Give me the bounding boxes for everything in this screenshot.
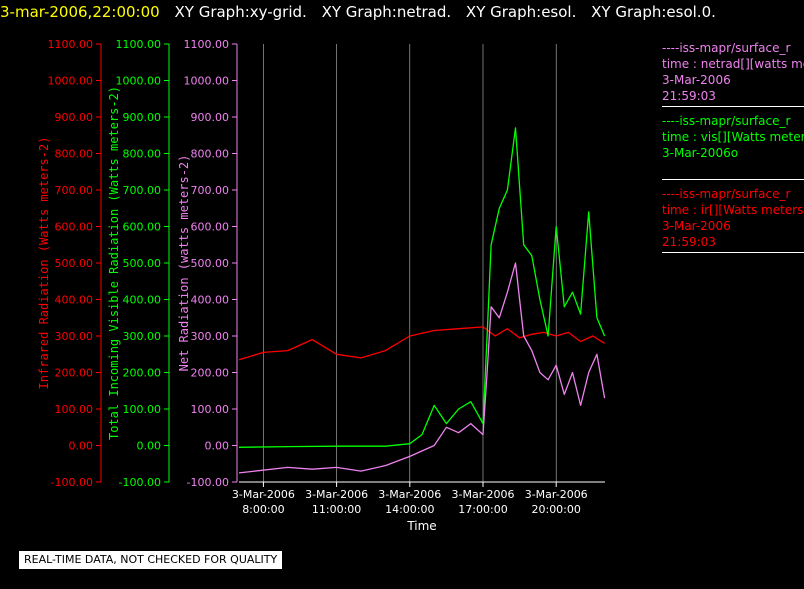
y-tick-label: 700.00 [55,184,94,197]
y-tick-label: 500.00 [123,257,162,270]
y-tick-label: 1100.00 [116,38,162,51]
y-tick-label: 1000.00 [116,75,162,88]
y-tick-label: 100.00 [123,403,162,416]
x-tick-label: 3-Mar-2006 [305,488,368,501]
y-tick-label: 600.00 [55,221,94,234]
y-tick-label: 100.00 [191,403,230,416]
x-tick-label: 3-Mar-2006 [525,488,588,501]
legend-line: ----iss-mapr/surface_r [662,114,791,128]
x-tick-label: 20:00:00 [531,503,580,516]
y-tick-label: 300.00 [191,330,230,343]
y-tick-label: 1000.00 [184,75,230,88]
legend-line: 3-Mar-2006 [662,219,731,233]
legend-line: 3-Mar-2006o [662,146,739,160]
y-tick-label: 200.00 [123,367,162,380]
y-tick-label: -100.00 [51,476,93,489]
y-tick-label: 200.00 [191,367,230,380]
x-tick-label: 3-Mar-2006 [378,488,441,501]
legend-line: ----iss-mapr/surface_r [662,187,791,201]
chart-legend: ----iss-mapr/surface_r time : netrad[][w… [662,40,804,259]
legend-line: time : ir[][Watts meters [662,203,804,217]
y-tick-label: 0.00 [69,440,94,453]
y-tick-label: -100.00 [187,476,229,489]
y-tick-label: 1000.00 [48,75,94,88]
legend-line: 21:59:03 [662,89,716,103]
x-tick-label: 17:00:00 [458,503,507,516]
series-line-0 [238,326,605,361]
y-tick-label: 500.00 [191,257,230,270]
grid-lines [263,44,557,482]
y-tick-label: 900.00 [123,111,162,124]
legend-spacer [662,161,804,177]
y-axis-title: Total Incoming Visible Radiation (Watts … [107,86,121,440]
y-tick-label: 600.00 [123,221,162,234]
legend-entry-netrad: ----iss-mapr/surface_r time : netrad[][w… [662,40,804,107]
y-tick-label: 600.00 [191,221,230,234]
y-tick-label: 1100.00 [184,38,230,51]
y-tick-label: 500.00 [55,257,94,270]
chart-axes: -100.00 0.00 100.00 200.00 300.00 400.00 500.0… [37,38,605,533]
x-tick-label: 14:00:00 [385,503,434,516]
y-tick-label: 400.00 [191,294,230,307]
y-tick-label: 700.00 [191,184,230,197]
x-tick-label: 11:00:00 [312,503,361,516]
legend-line: 21:59:03 [662,235,716,249]
x-tick-label: 3-Mar-2006 [452,488,515,501]
y-tick-label: 200.00 [55,367,94,380]
series-line-2 [238,262,606,474]
x-tick-label: 8:00:00 [242,503,284,516]
y-tick-label: 800.00 [55,148,94,161]
x-tick-label: 3-Mar-2006 [232,488,295,501]
x-axis-title: Time [406,519,436,533]
y-tick-label: 900.00 [55,111,94,124]
y-tick-label: 900.00 [191,111,230,124]
y-tick-label: 300.00 [55,330,94,343]
y-tick-label: 0.00 [137,440,162,453]
series-line-1 [238,127,606,448]
y-tick-label: 800.00 [123,148,162,161]
y-tick-label: 0.00 [205,440,230,453]
quality-disclaimer: REAL-TIME DATA, NOT CHECKED FOR QUALITY [19,551,283,569]
y-tick-label: 1100.00 [48,38,94,51]
y-tick-label: 400.00 [55,294,94,307]
y-tick-label: 400.00 [123,294,162,307]
legend-entry-vis: ----iss-mapr/surface_r time : vis[][Watt… [662,113,804,180]
y-tick-label: -100.00 [119,476,161,489]
data-series [238,127,606,474]
legend-entry-ir: ----iss-mapr/surface_r time : ir[][Watts… [662,186,804,253]
y-axis-title: Net Radiation (watts meters-2) [177,155,191,372]
y-axis-title: Infrared Radiation (Watts meters-2) [37,137,51,390]
y-tick-label: 700.00 [123,184,162,197]
legend-line: time : netrad[][watts me [662,57,804,71]
legend-line: time : vis[][Watts meter [662,130,804,144]
legend-line: 3-Mar-2006 [662,73,731,87]
legend-line: ----iss-mapr/surface_r [662,41,791,55]
y-tick-label: 800.00 [191,148,230,161]
y-tick-label: 300.00 [123,330,162,343]
y-tick-label: 100.00 [55,403,94,416]
